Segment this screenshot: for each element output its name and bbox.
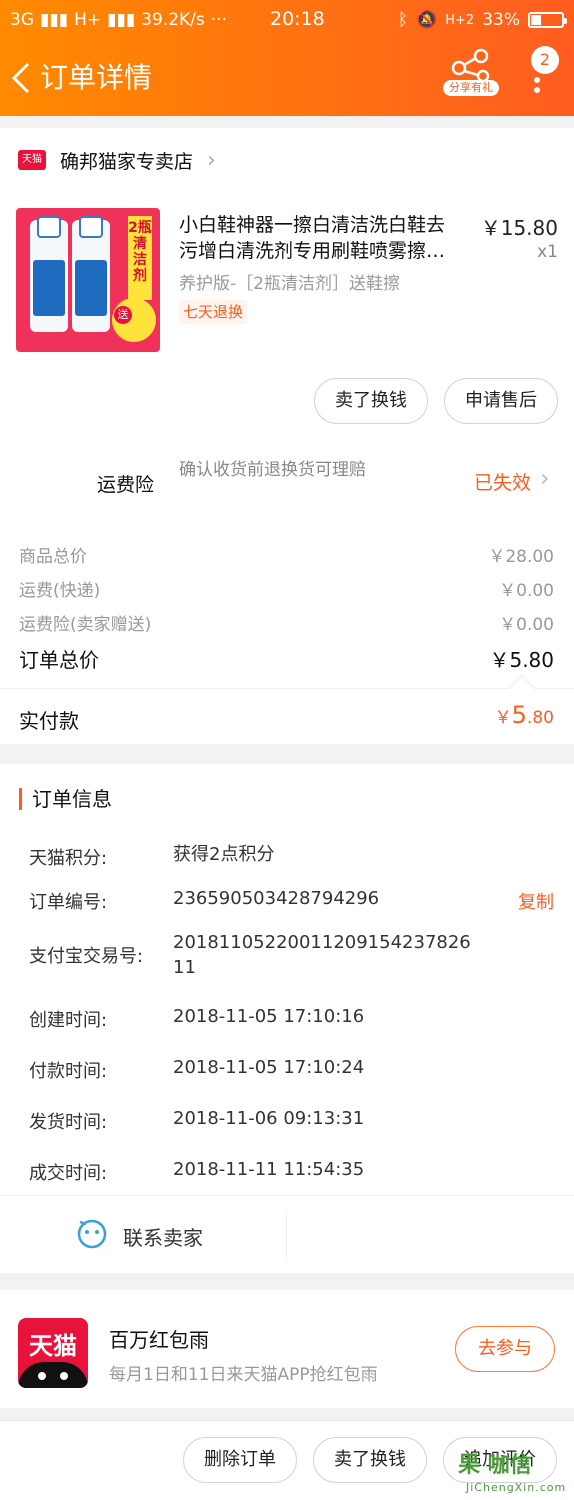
cost-row: 运费(快递) ￥0.00 (19, 576, 554, 601)
promo-card: 天猫 百万红包雨 每月1日和11日来天猫APP抢红包雨 去参与 (0, 1290, 574, 1408)
insurance-status[interactable]: 已失效 (474, 468, 531, 495)
info-value: 2018-11-11 11:54:35 (173, 1159, 365, 1180)
copy-button[interactable]: 复制 (518, 888, 554, 914)
product-title-line2: 污增白清洗剂专用刷鞋喷雾擦… (179, 240, 446, 262)
cost-value: ￥28.00 (488, 547, 554, 567)
order-info-card: 订单信息 天猫积分: 获得2点积分 订单编号: 2365905034287942… (0, 764, 574, 1196)
battery-icon (528, 12, 567, 28)
product-image[interactable]: 2瓶清洁剂 送 (16, 208, 160, 352)
contact-seller-button[interactable]: 联系卖家 (0, 1195, 574, 1273)
product-quantity: x1 (537, 242, 558, 262)
chevron-right-icon: › (207, 147, 216, 173)
shop-row[interactable]: 天猫 确邦猫家专卖店 › (18, 146, 216, 174)
back-arrow-icon[interactable] (10, 60, 34, 96)
info-value: 获得2点积分 (173, 844, 275, 865)
network-label: 3G (10, 10, 34, 30)
paid-row: 实付款 ￥5.80 (0, 674, 574, 744)
insurance-label: 运费险 (97, 474, 155, 496)
message-badge[interactable]: 2 (531, 46, 559, 74)
info-label: 发货时间: (29, 1112, 108, 1133)
tmall-logo-icon: 天猫 (18, 150, 46, 170)
paid-amount: ￥5.80 (494, 701, 554, 729)
net-speed: 39.2K/s (141, 10, 205, 30)
sell-button[interactable]: 卖了换钱 (313, 1437, 427, 1483)
after-sale-button[interactable]: 申请售后 (444, 378, 558, 424)
join-button[interactable]: 去参与 (455, 1326, 555, 1372)
signal-label-right: H+2 (445, 12, 475, 28)
signal-icon: ▮▮▮ (40, 10, 69, 30)
order-total-label: 订单总价 (19, 648, 99, 672)
cost-value: ￥0.00 (499, 615, 554, 635)
order-number: 236590503428794296 (173, 888, 380, 909)
promo-title: 百万红包雨 (109, 1328, 209, 1352)
order-total-row: 订单总价 ￥5.80 (19, 644, 554, 673)
cost-row: 商品总价 ￥28.00 (19, 542, 554, 567)
cost-label: 运费险(卖家赠送) (19, 615, 152, 635)
product-title[interactable]: 小白鞋神器一擦白清洁洗白鞋去 污增白清洗剂专用刷鞋喷雾擦… (179, 212, 471, 264)
info-label: 支付宝交易号: (29, 946, 144, 967)
info-value: 2018-11-06 09:13:31 (173, 1108, 365, 1129)
product-title-line1: 小白鞋神器一擦白清洁洗白鞋去 (179, 214, 446, 236)
info-value: 2018-11-05 17:10:24 (173, 1057, 365, 1078)
info-value: 2018-11-05 17:10:16 (173, 1006, 365, 1027)
chat-bubble-icon (77, 1219, 107, 1249)
image-strip-text: 2瓶清洁剂 (128, 216, 152, 300)
return-policy-tag: 七天退换 (179, 300, 248, 324)
order-card: 天猫 确邦猫家专卖店 › 2瓶清洁剂 送 小白鞋神器一擦白清洁洗白鞋去 污增白清… (0, 128, 574, 744)
cost-value: ￥0.00 (499, 581, 554, 601)
signal-icon-2: ▮▮▮ (107, 10, 136, 30)
image-badge: 送 (114, 306, 132, 324)
info-label: 天猫积分: (29, 848, 108, 869)
network-label-2: H+ (74, 10, 102, 30)
tmall-app-icon: 天猫 (18, 1318, 88, 1388)
info-label: 创建时间: (29, 1010, 108, 1031)
bottom-action-bar: 删除订单 卖了换钱 追加评价 果 咖信 JiChengXin.com (0, 1420, 574, 1500)
order-total-value: ￥5.80 (489, 648, 554, 672)
bluetooth-icon: ᛒ (397, 10, 409, 30)
watermark-logo: 果 咖信 JiChengXin.com (458, 1453, 567, 1494)
page-title: 订单详情 (40, 61, 153, 94)
product-spec: 养护版-［2瓶清洁剂］送鞋擦 (179, 274, 400, 294)
status-bar: 3G ▮▮▮ H+ ▮▮▮ 39.2K/s ··· 20:18 ᛒ 🔕 H+2 … (10, 8, 567, 32)
promo-subtitle: 每月1日和11日来天猫APP抢红包雨 (109, 1365, 378, 1385)
product-price: ￥15.80 (480, 216, 558, 240)
battery-percent: 33% (482, 10, 520, 30)
sell-button[interactable]: 卖了换钱 (314, 378, 428, 424)
mute-icon: 🔕 (416, 10, 438, 30)
info-label: 成交时间: (29, 1163, 108, 1184)
shop-name: 确邦猫家专卖店 (60, 150, 194, 173)
share-label: 分享有礼 (443, 80, 499, 96)
section-title: 订单信息 (19, 788, 112, 810)
more-status-icon: ··· (210, 10, 227, 30)
cost-label: 商品总价 (19, 547, 87, 567)
paid-label: 实付款 (19, 709, 79, 733)
chevron-right-icon[interactable]: › (540, 464, 550, 492)
contact-seller-label: 联系卖家 (123, 1226, 203, 1250)
share-button[interactable]: 分享有礼 (443, 46, 499, 102)
cost-row: 运费险(卖家赠送) ￥0.00 (19, 610, 554, 635)
header: 3G ▮▮▮ H+ ▮▮▮ 39.2K/s ··· 20:18 ᛒ 🔕 H+2 … (0, 0, 574, 116)
nav-bar: 订单详情 分享有礼 (0, 48, 574, 104)
cost-label: 运费(快递) (19, 581, 101, 601)
info-label: 付款时间: (29, 1061, 108, 1082)
info-label: 订单编号: (29, 892, 108, 913)
delete-order-button[interactable]: 删除订单 (183, 1437, 297, 1483)
insurance-desc: 确认收货前退换货可理赔 (179, 460, 366, 480)
clock: 20:18 (270, 8, 325, 30)
alipay-trade-number: 2018110522001120915423782611 (173, 932, 471, 978)
